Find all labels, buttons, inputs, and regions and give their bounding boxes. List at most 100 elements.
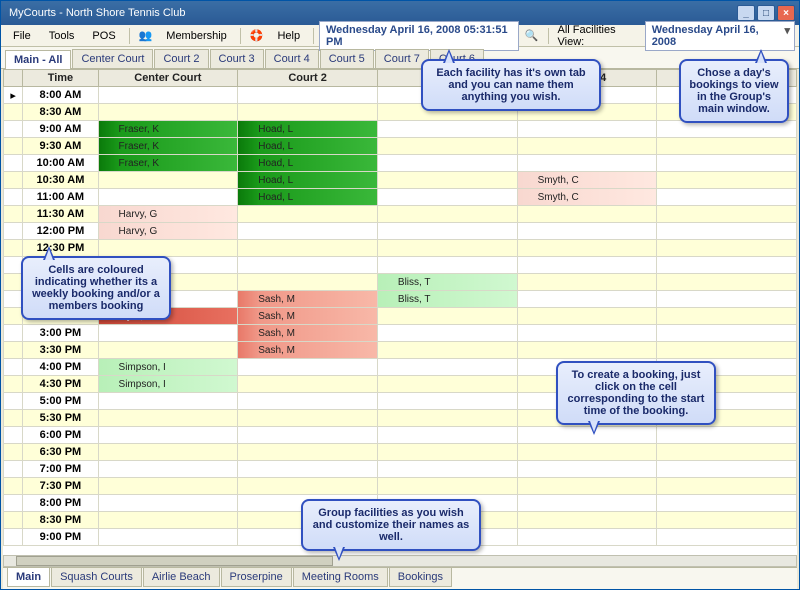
- schedule-cell[interactable]: Sash, M: [238, 342, 378, 359]
- schedule-cell[interactable]: [98, 461, 238, 478]
- schedule-cell[interactable]: [377, 223, 517, 240]
- schedule-cell[interactable]: [517, 478, 657, 495]
- close-button[interactable]: ×: [777, 5, 795, 21]
- schedule-cell[interactable]: [238, 87, 378, 104]
- schedule-cell[interactable]: [238, 444, 378, 461]
- schedule-cell[interactable]: [98, 342, 238, 359]
- schedule-cell[interactable]: Hoad, L: [238, 172, 378, 189]
- booking[interactable]: Sash, M: [238, 291, 377, 307]
- schedule-cell[interactable]: [238, 359, 378, 376]
- schedule-cell[interactable]: [657, 461, 797, 478]
- schedule-cell[interactable]: Fraser, K: [98, 155, 238, 172]
- schedule-cell[interactable]: Sash, M: [238, 308, 378, 325]
- schedule-cell[interactable]: [377, 121, 517, 138]
- schedule-cell[interactable]: [377, 240, 517, 257]
- schedule-cell[interactable]: Smyth, C: [517, 172, 657, 189]
- schedule-cell[interactable]: [657, 512, 797, 529]
- horizontal-scrollbar[interactable]: [3, 555, 797, 567]
- schedule-cell[interactable]: [377, 342, 517, 359]
- booking[interactable]: Fraser, K: [99, 138, 238, 154]
- schedule-cell[interactable]: [517, 257, 657, 274]
- menu-file[interactable]: File: [5, 28, 39, 44]
- schedule-cell[interactable]: [657, 172, 797, 189]
- schedule-cell[interactable]: [238, 393, 378, 410]
- booking[interactable]: Hoad, L: [238, 172, 377, 188]
- group-tab[interactable]: Proserpine: [221, 568, 292, 587]
- schedule-cell[interactable]: [377, 189, 517, 206]
- facility-tab[interactable]: Main - All: [5, 50, 71, 69]
- schedule-cell[interactable]: [517, 291, 657, 308]
- schedule-cell[interactable]: [377, 359, 517, 376]
- schedule-cell[interactable]: [238, 461, 378, 478]
- schedule-cell[interactable]: [657, 155, 797, 172]
- booking[interactable]: Hoad, L: [238, 155, 377, 171]
- group-tab[interactable]: Main: [7, 568, 50, 587]
- booking[interactable]: Simpson, I: [99, 359, 238, 375]
- minimize-button[interactable]: _: [737, 5, 755, 21]
- booking[interactable]: Hoad, L: [238, 138, 377, 154]
- group-tab[interactable]: Bookings: [389, 568, 452, 587]
- schedule-cell[interactable]: [98, 529, 238, 546]
- menu-tools[interactable]: Tools: [41, 28, 83, 44]
- schedule-cell[interactable]: [238, 104, 378, 121]
- schedule-cell[interactable]: [657, 121, 797, 138]
- schedule-cell[interactable]: [377, 376, 517, 393]
- schedule-cell[interactable]: [377, 325, 517, 342]
- facility-tab[interactable]: Court 3: [210, 49, 264, 68]
- schedule-cell[interactable]: Fraser, K: [98, 138, 238, 155]
- schedule-cell[interactable]: [238, 427, 378, 444]
- schedule-cell[interactable]: [517, 325, 657, 342]
- booking[interactable]: Fraser, K: [99, 121, 238, 137]
- schedule-cell[interactable]: [98, 444, 238, 461]
- booking[interactable]: Smyth, C: [518, 189, 657, 205]
- booking[interactable]: Sash, M: [238, 325, 377, 341]
- schedule-cell[interactable]: Harvy, G: [98, 206, 238, 223]
- schedule-cell[interactable]: Sash, M: [238, 325, 378, 342]
- maximize-button[interactable]: □: [757, 5, 775, 21]
- schedule-cell[interactable]: [517, 121, 657, 138]
- booking[interactable]: Bliss, T: [378, 291, 517, 307]
- schedule-cell[interactable]: [657, 240, 797, 257]
- schedule-cell[interactable]: [517, 427, 657, 444]
- schedule-cell[interactable]: Harvy, G: [98, 223, 238, 240]
- schedule-cell[interactable]: [98, 240, 238, 257]
- schedule-cell[interactable]: [377, 461, 517, 478]
- schedule-cell[interactable]: [98, 325, 238, 342]
- schedule-cell[interactable]: [377, 427, 517, 444]
- schedule-cell[interactable]: [657, 444, 797, 461]
- schedule-cell[interactable]: [98, 393, 238, 410]
- schedule-cell[interactable]: [657, 325, 797, 342]
- schedule-cell[interactable]: Hoad, L: [238, 155, 378, 172]
- menu-membership[interactable]: Membership: [158, 28, 235, 44]
- schedule-cell[interactable]: [517, 274, 657, 291]
- schedule-cell[interactable]: Simpson, I: [98, 376, 238, 393]
- schedule-cell[interactable]: [657, 529, 797, 546]
- facility-tab[interactable]: Court 5: [320, 49, 374, 68]
- schedule-cell[interactable]: Simpson, I: [98, 359, 238, 376]
- schedule-cell[interactable]: [657, 274, 797, 291]
- schedule-cell[interactable]: Hoad, L: [238, 121, 378, 138]
- schedule-cell[interactable]: [377, 308, 517, 325]
- booking[interactable]: Hoad, L: [238, 121, 377, 137]
- group-tab[interactable]: Squash Courts: [51, 568, 142, 587]
- schedule-cell[interactable]: [517, 529, 657, 546]
- facility-tab[interactable]: Center Court: [72, 49, 153, 68]
- schedule-cell[interactable]: [517, 138, 657, 155]
- schedule-cell[interactable]: [238, 257, 378, 274]
- facility-tab[interactable]: Court 2: [154, 49, 208, 68]
- schedule-cell[interactable]: Hoad, L: [238, 189, 378, 206]
- group-tab[interactable]: Meeting Rooms: [293, 568, 388, 587]
- schedule-cell[interactable]: [517, 155, 657, 172]
- facility-tab[interactable]: Court 4: [265, 49, 319, 68]
- schedule-cell[interactable]: [238, 223, 378, 240]
- schedule-cell[interactable]: [377, 206, 517, 223]
- schedule-cell[interactable]: [377, 172, 517, 189]
- schedule-cell[interactable]: [517, 444, 657, 461]
- booking[interactable]: Simpson, I: [99, 376, 238, 392]
- menu-pos[interactable]: POS: [84, 28, 123, 44]
- schedule-cell[interactable]: [657, 257, 797, 274]
- schedule-cell[interactable]: Sash, M: [238, 291, 378, 308]
- schedule-cell[interactable]: [238, 240, 378, 257]
- group-tab[interactable]: Airlie Beach: [143, 568, 220, 587]
- booking[interactable]: Hoad, L: [238, 189, 377, 205]
